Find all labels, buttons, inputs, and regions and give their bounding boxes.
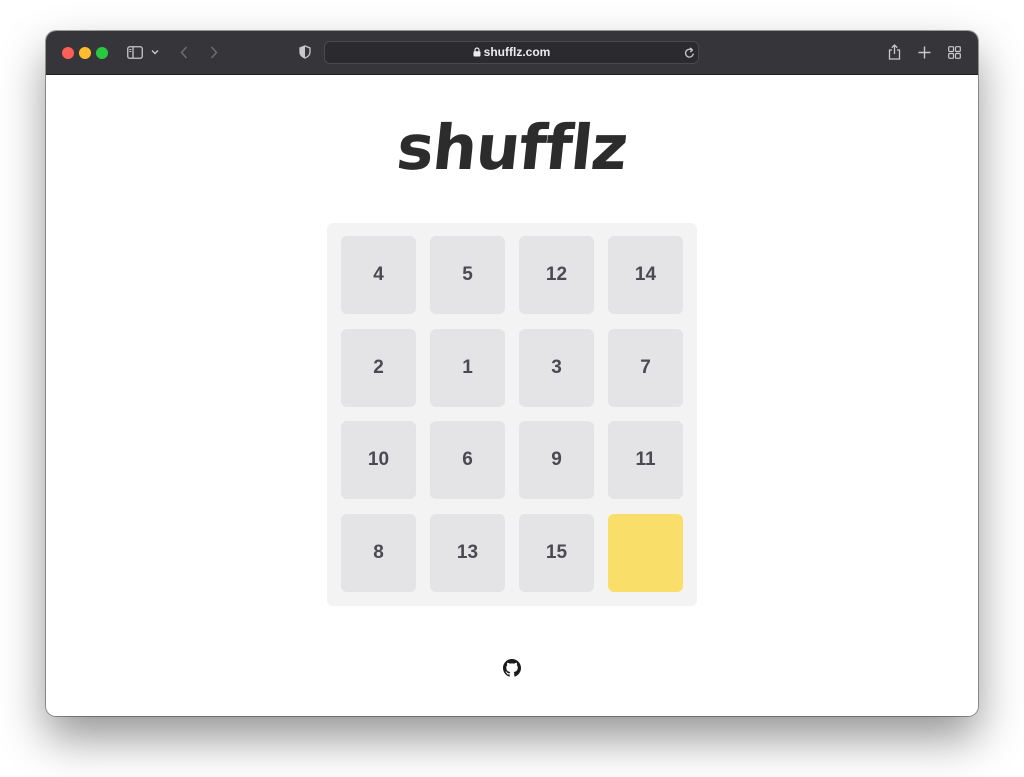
puzzle-tile[interactable]: 15	[519, 514, 594, 592]
page-content: shufflz 4 5 12 14 2 1 3 7 10 6 9 11 8 13 15	[46, 75, 978, 716]
app-title: shufflz	[393, 111, 631, 184]
close-window-button[interactable]	[62, 47, 74, 59]
puzzle-tile[interactable]: 8	[341, 514, 416, 592]
empty-tile[interactable]	[608, 514, 683, 592]
puzzle-tile[interactable]: 4	[341, 236, 416, 314]
puzzle-tile[interactable]: 2	[341, 329, 416, 407]
forward-icon[interactable]	[208, 44, 220, 60]
puzzle-tile[interactable]: 5	[430, 236, 505, 314]
url-text: shufflz.com	[483, 45, 551, 59]
lock-icon	[473, 47, 481, 57]
browser-toolbar: shufflz.com	[46, 31, 978, 75]
puzzle-tile[interactable]: 6	[430, 421, 505, 499]
puzzle-tile[interactable]: 11	[608, 421, 683, 499]
minimize-window-button[interactable]	[79, 47, 91, 59]
puzzle-tile[interactable]: 9	[519, 421, 594, 499]
puzzle-tile[interactable]: 13	[430, 514, 505, 592]
puzzle-tile[interactable]: 14	[608, 236, 683, 314]
reload-icon[interactable]	[683, 46, 695, 60]
github-icon[interactable]	[503, 659, 521, 677]
puzzle-tile[interactable]: 3	[519, 329, 594, 407]
tab-overview-icon[interactable]	[947, 44, 961, 60]
sidebar-icon[interactable]	[126, 44, 144, 60]
url-display[interactable]: shufflz.com	[325, 42, 698, 63]
new-tab-icon[interactable]	[917, 44, 931, 60]
back-icon[interactable]	[178, 44, 190, 60]
puzzle-board: 4 5 12 14 2 1 3 7 10 6 9 11 8 13 15	[327, 223, 697, 606]
puzzle-tile[interactable]: 7	[608, 329, 683, 407]
chevron-down-icon[interactable]	[150, 46, 160, 58]
puzzle-tile[interactable]: 10	[341, 421, 416, 499]
puzzle-tile[interactable]: 1	[430, 329, 505, 407]
browser-window: shufflz.com shufflz 4 5 12 14 2 1 3 7 10 6 9 11 8 13 1…	[46, 31, 978, 716]
puzzle-tile[interactable]: 12	[519, 236, 594, 314]
shield-icon[interactable]	[298, 44, 312, 60]
address-bar[interactable]: shufflz.com	[324, 41, 699, 64]
share-icon[interactable]	[886, 43, 902, 61]
zoom-window-button[interactable]	[96, 47, 108, 59]
